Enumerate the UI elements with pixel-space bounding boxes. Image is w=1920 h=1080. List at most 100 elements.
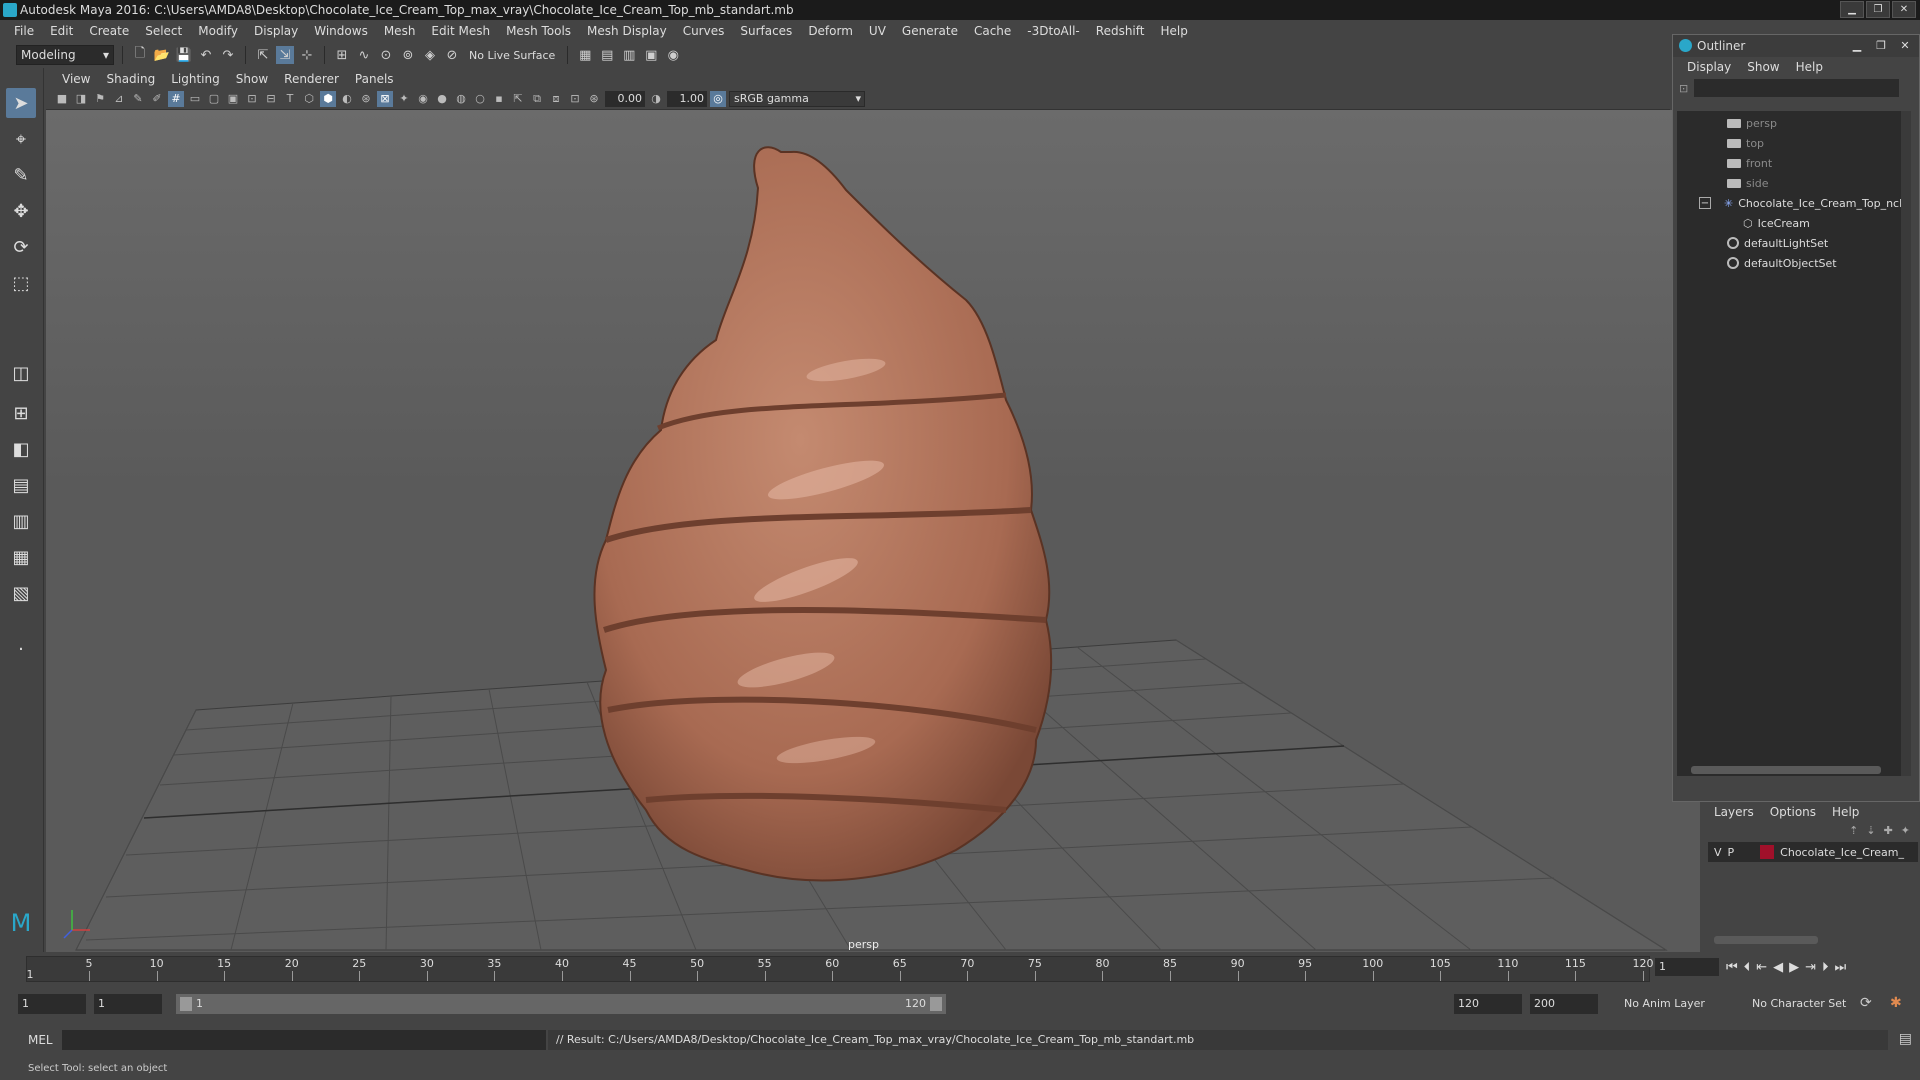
play-backward-icon[interactable]: ◀ xyxy=(1773,960,1783,975)
auto-key-icon[interactable]: ⟳ xyxy=(1860,995,1872,1011)
snap-point-icon[interactable]: ⊙ xyxy=(377,46,395,64)
menu-mesh-tools[interactable]: Mesh Tools xyxy=(498,24,579,38)
current-frame-field[interactable]: 1 xyxy=(1655,958,1719,976)
save-scene-icon[interactable]: 💾 xyxy=(175,46,193,64)
anim-start-field[interactable]: 1 xyxy=(94,994,162,1014)
panel-menu-shading[interactable]: Shading xyxy=(98,72,163,86)
panel-menu-show[interactable]: Show xyxy=(228,72,276,86)
snap-grid-icon[interactable]: ⊞ xyxy=(333,46,351,64)
paint-select-tool-icon[interactable]: ✎ xyxy=(6,160,36,190)
outliner-item-icecream[interactable]: ⬡ IceCream xyxy=(1743,213,1810,233)
wireframe-icon[interactable]: ⬡ xyxy=(301,91,317,107)
close-button[interactable]: ✕ xyxy=(1892,1,1916,18)
outliner-item-defaultlightset[interactable]: defaultLightSet xyxy=(1727,233,1828,253)
outliner-layout-icon[interactable]: ▤ xyxy=(6,470,36,500)
smooth-shade-icon[interactable]: ⬢ xyxy=(320,90,336,107)
script-editor-icon[interactable]: ▤ xyxy=(1899,1031,1912,1047)
depth-of-field-icon[interactable]: ▪ xyxy=(491,91,507,107)
outliner-search-input[interactable] xyxy=(1694,79,1900,97)
xray-icon[interactable]: ⧉ xyxy=(529,91,545,107)
step-back-key-icon[interactable]: ⇤ xyxy=(1756,960,1767,975)
select-object-icon[interactable]: ⇲ xyxy=(276,46,294,64)
two-panes-layout-icon[interactable]: ◧ xyxy=(6,434,36,464)
collapse-icon[interactable]: − xyxy=(1699,197,1711,209)
panel-menu-lighting[interactable]: Lighting xyxy=(163,72,228,86)
layers-menu-help[interactable]: Help xyxy=(1824,805,1867,819)
outliner-scrollbar-horizontal[interactable] xyxy=(1691,766,1881,774)
live-surface-label[interactable]: No Live Surface xyxy=(465,49,559,62)
go-to-start-icon[interactable]: ⏮ xyxy=(1726,960,1738,975)
menu-windows[interactable]: Windows xyxy=(306,24,376,38)
move-tool-icon[interactable]: ✥ xyxy=(6,196,36,226)
range-bar[interactable]: 1 120 xyxy=(176,994,946,1014)
image-plane-icon[interactable]: ⊿ xyxy=(111,91,127,107)
open-scene-icon[interactable]: 📂 xyxy=(153,46,171,64)
step-forward-key-icon[interactable]: ⇥ xyxy=(1805,960,1816,975)
filter-icon[interactable]: ⊡ xyxy=(1679,82,1688,95)
menu-edit-mesh[interactable]: Edit Mesh xyxy=(423,24,498,38)
outliner-item-group[interactable]: − ✳ Chocolate_Ice_Cream_Top_ncl1 xyxy=(1699,193,1909,213)
go-to-end-icon[interactable]: ⏭ xyxy=(1835,960,1847,975)
outliner-minimize-button[interactable]: ▁ xyxy=(1847,37,1867,53)
expand-toolbox-icon[interactable]: · xyxy=(6,634,36,664)
xray-joints-icon[interactable]: ⧈ xyxy=(548,91,564,107)
menu-create[interactable]: Create xyxy=(81,24,137,38)
outliner-tree[interactable]: persp top front side − ✳ Chocolate_Ice_C… xyxy=(1677,111,1911,776)
outliner-item-top[interactable]: top xyxy=(1727,133,1764,153)
render-layout-icon[interactable]: ▧ xyxy=(6,578,36,608)
snap-surface-icon[interactable]: ◈ xyxy=(421,46,439,64)
menu-deform[interactable]: Deform xyxy=(800,24,861,38)
layer-scrollbar[interactable] xyxy=(1714,936,1818,944)
mode-selector[interactable]: Modeling ▾ xyxy=(16,45,114,65)
snap-view-icon[interactable]: ⊚ xyxy=(399,46,417,64)
anim-end-field[interactable]: 200 xyxy=(1530,994,1598,1014)
resolution-gate-icon[interactable]: ▢ xyxy=(206,91,222,107)
panel-menu-view[interactable]: View xyxy=(54,72,98,86)
grid-icon[interactable]: # xyxy=(168,90,184,107)
play-forward-icon[interactable]: ▶ xyxy=(1789,960,1799,975)
color-management-icon[interactable]: ◎ xyxy=(710,90,726,107)
undo-icon[interactable]: ↶ xyxy=(197,46,215,64)
minimize-button[interactable]: ▁ xyxy=(1840,1,1864,18)
use-all-lights-icon[interactable]: ✦ xyxy=(396,91,412,107)
select-hierarchy-icon[interactable]: ⇱ xyxy=(254,46,272,64)
outliner-scrollbar-vertical[interactable] xyxy=(1901,111,1911,776)
bookmark-icon[interactable]: ⚑ xyxy=(92,91,108,107)
layer-visibility-toggle[interactable]: V xyxy=(1714,846,1722,859)
panel-menu-renderer[interactable]: Renderer xyxy=(276,72,347,86)
multisample-icon[interactable]: ○ xyxy=(472,91,488,107)
menu-3dtoall[interactable]: -3DtoAll- xyxy=(1019,24,1087,38)
outliner-menu-display[interactable]: Display xyxy=(1679,60,1739,74)
safe-action-icon[interactable]: ⊟ xyxy=(263,91,279,107)
menu-file[interactable]: File xyxy=(6,24,42,38)
layers-menu-options[interactable]: Options xyxy=(1762,805,1824,819)
menu-mesh[interactable]: Mesh xyxy=(376,24,424,38)
maximize-button[interactable]: ❐ xyxy=(1866,1,1890,18)
render-view-icon[interactable]: ▣ xyxy=(642,46,660,64)
layer-row[interactable]: V P Chocolate_Ice_Cream_ xyxy=(1708,842,1918,862)
hypershade-layout-icon[interactable]: ▦ xyxy=(6,542,36,572)
xray-components-icon[interactable]: ⊡ xyxy=(567,91,583,107)
outliner-maximize-button[interactable]: ❐ xyxy=(1871,37,1891,53)
layer-playback-toggle[interactable]: P xyxy=(1728,846,1735,859)
layers-menu-layers[interactable]: Layers xyxy=(1706,805,1762,819)
layer-color-swatch[interactable] xyxy=(1760,845,1775,859)
textured-icon[interactable]: ⊠ xyxy=(377,90,393,107)
menu-display[interactable]: Display xyxy=(246,24,306,38)
grease-pencil-icon[interactable]: ✎ xyxy=(130,91,146,107)
panel-menu-panels[interactable]: Panels xyxy=(347,72,402,86)
new-layer-selected-icon[interactable]: ✦ xyxy=(1901,824,1910,837)
ipr-render-icon[interactable]: ▥ xyxy=(620,46,638,64)
menu-uv[interactable]: UV xyxy=(861,24,894,38)
menu-surfaces[interactable]: Surfaces xyxy=(732,24,800,38)
select-tool-icon[interactable]: ➤ xyxy=(6,88,36,118)
shadows-icon[interactable]: ◉ xyxy=(415,91,431,107)
outliner-item-persp[interactable]: persp xyxy=(1727,113,1777,133)
outliner-menu-show[interactable]: Show xyxy=(1739,60,1787,74)
gamma-icon[interactable]: ◑ xyxy=(648,91,664,107)
menu-cache[interactable]: Cache xyxy=(966,24,1019,38)
annotation-icon[interactable]: ✐ xyxy=(149,91,165,107)
lasso-tool-icon[interactable]: ⌖ xyxy=(6,124,36,154)
screen-space-ao-icon[interactable]: ● xyxy=(434,91,450,107)
select-camera-icon[interactable]: ■ xyxy=(54,91,70,107)
